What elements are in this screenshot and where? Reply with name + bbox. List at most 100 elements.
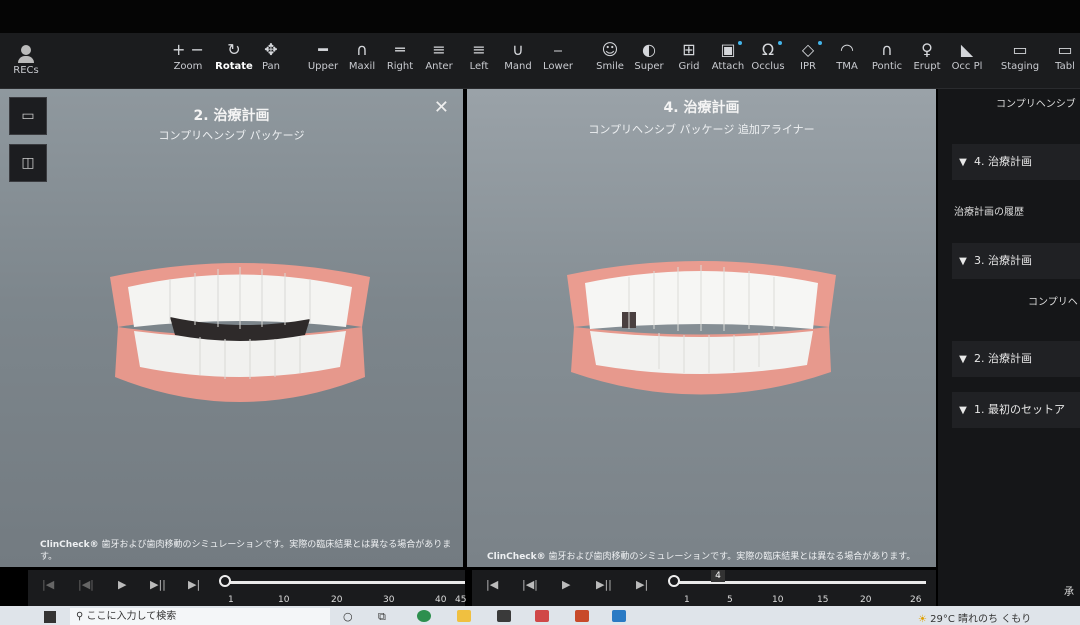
ipr-indicator-dot xyxy=(818,41,822,45)
toolbar-ipr[interactable]: ◇ IPR xyxy=(786,39,830,72)
toolbar-occ-pl[interactable]: ◣ Occ Pl xyxy=(945,39,989,72)
zoom-icon: + − xyxy=(172,40,204,59)
tick-label: 15 xyxy=(817,595,829,605)
toolbar-grid[interactable]: ⊞ Grid xyxy=(667,39,711,72)
pan-icon: ✥ xyxy=(264,40,278,59)
toolbar-attach[interactable]: ▣ Attach xyxy=(706,39,750,72)
tick-label: 26 xyxy=(910,595,922,605)
taskbar-search-input[interactable]: ⚲ ここに入力して検索 xyxy=(70,608,330,625)
play-icon[interactable]: ▶ xyxy=(118,578,126,591)
ipr-icon: ◇ xyxy=(801,40,815,59)
task-view-icon[interactable]: ⧉ xyxy=(378,610,386,624)
toolbar-staging[interactable]: ▭ Staging xyxy=(998,39,1042,72)
rp-top-text: コンプリヘンシブ xyxy=(996,99,1076,110)
attach-indicator-dot xyxy=(738,41,742,45)
step-forward-icon[interactable]: ▶|| xyxy=(596,578,612,591)
mandibular-icon: ∪ xyxy=(512,40,524,59)
occlusion-icon: Ω xyxy=(761,40,775,59)
pontic-icon: ∩ xyxy=(881,40,893,59)
panel-left-subtitle: コンプリヘンシブ パッケージ xyxy=(158,129,305,142)
go-to-start-icon[interactable]: |◀ xyxy=(486,578,498,591)
toolbar-left[interactable]: ≡ Left xyxy=(457,39,501,72)
erupt-icon: ♀ xyxy=(921,40,933,59)
edge-browser-icon[interactable] xyxy=(417,610,431,622)
toolbar-occlus[interactable]: Ω Occlus xyxy=(746,39,790,72)
toolbar-smile[interactable]: ☺ Smile xyxy=(588,39,632,72)
store-icon[interactable] xyxy=(497,610,511,622)
monitor-bezel-top xyxy=(0,0,1080,33)
stage-slider-handle-left[interactable] xyxy=(219,575,231,587)
step-back-icon[interactable]: |◀| xyxy=(522,578,538,591)
left-view-icon: ≡ xyxy=(472,40,486,59)
teeth-model-right[interactable] xyxy=(559,257,844,407)
close-icon[interactable]: ✕ xyxy=(434,97,449,118)
plan-2-item[interactable]: ▼ 2. 治療計画 xyxy=(952,341,1080,377)
upper-jaw-icon: ━ xyxy=(318,40,328,59)
stage-slider-left[interactable] xyxy=(223,581,465,584)
superimpose-icon: ◐ xyxy=(642,40,656,59)
search-glass-icon[interactable]: ○ xyxy=(343,610,353,623)
toolbar-right[interactable]: ═ Right xyxy=(378,39,422,72)
plan-4-label: 4. 治療計画 xyxy=(974,155,1032,168)
staging-icon: ▭ xyxy=(1012,40,1028,59)
lower-jaw-icon: ⎯ xyxy=(553,40,562,59)
app-orange-icon[interactable] xyxy=(575,610,589,622)
toolbar-upper[interactable]: ━ Upper xyxy=(301,39,345,72)
tick-label: 30 xyxy=(383,595,395,605)
file-explorer-icon[interactable] xyxy=(457,610,471,622)
toolbar-table[interactable]: ▭ Tabl xyxy=(1050,39,1080,72)
windows-taskbar: ⚲ ここに入力して検索 ○ ⧉ ☀ 29°C 晴れのち くもり xyxy=(0,606,1080,625)
plan-3-label: 3. 治療計画 xyxy=(974,254,1032,267)
weather-widget[interactable]: ☀ 29°C 晴れのち くもり xyxy=(918,610,1031,625)
app-red-icon[interactable] xyxy=(535,610,549,622)
attachment-icon: ▣ xyxy=(720,40,736,59)
step-back-icon[interactable]: |◀| xyxy=(78,578,94,591)
tick-label: 10 xyxy=(772,595,784,605)
occlus-indicator-dot xyxy=(778,41,782,45)
tick-label: 20 xyxy=(860,595,872,605)
recs-button[interactable]: RECs xyxy=(6,41,46,76)
history-label: 治療計画の履歴 xyxy=(954,207,1024,218)
go-to-end-icon[interactable]: ▶| xyxy=(188,578,200,591)
teeth-model-left[interactable] xyxy=(100,257,380,417)
single-view-button[interactable]: ▭ xyxy=(9,97,47,135)
toolbar-pan[interactable]: ✥ Pan xyxy=(249,39,293,72)
viewer-panel-right[interactable]: 4. 治療計画 コンプリヘンシブ パッケージ 追加アライナー ClinCheck… xyxy=(467,89,936,567)
toolbar-lower[interactable]: ⎯ Lower xyxy=(536,39,580,72)
go-to-end-icon[interactable]: ▶| xyxy=(636,578,648,591)
play-icon[interactable]: ▶ xyxy=(562,578,570,591)
rp-bottom-text: 承 xyxy=(1064,587,1074,598)
toolbar-mand[interactable]: ∪ Mand xyxy=(496,39,540,72)
tick-label: 1 xyxy=(684,595,690,605)
panel-right-subtitle: コンプリヘンシブ パッケージ 追加アライナー xyxy=(588,123,815,136)
chevron-down-icon: ▼ xyxy=(959,256,967,267)
stage-slider-handle-right[interactable] xyxy=(668,575,680,587)
mail-icon[interactable] xyxy=(612,610,626,622)
occlusal-plane-icon: ◣ xyxy=(960,40,974,59)
grid-icon: ⊞ xyxy=(682,40,696,59)
toolbar-anter[interactable]: ≡ Anter xyxy=(417,39,461,72)
tma-icon: ◠ xyxy=(840,40,854,59)
tick-label: 20 xyxy=(331,595,343,605)
plan-3-item[interactable]: ▼ 3. 治療計画 xyxy=(952,243,1080,279)
split-view-icon: ◫ xyxy=(21,155,35,171)
anterior-view-icon: ≡ xyxy=(432,40,446,59)
viewer-panel-left[interactable]: 2. 治療計画 コンプリヘンシブ パッケージ ✕ ClinCheck® 歯牙およ… xyxy=(0,89,463,567)
windows-start-icon[interactable] xyxy=(44,611,56,623)
step-forward-icon[interactable]: ▶|| xyxy=(150,578,166,591)
go-to-start-icon[interactable]: |◀ xyxy=(42,578,54,591)
person-icon xyxy=(21,45,31,55)
toolbar-pontic[interactable]: ∩ Pontic xyxy=(865,39,909,72)
plan-4-item[interactable]: ▼ 4. 治療計画 xyxy=(952,144,1080,180)
disclaimer-right-brand: ClinCheck® xyxy=(487,552,546,562)
plan-1-item[interactable]: ▼ 1. 最初のセットア xyxy=(952,392,1080,428)
toolbar-tma[interactable]: ◠ TMA xyxy=(825,39,869,72)
tick-label: 5 xyxy=(727,595,733,605)
person-body-icon xyxy=(18,56,34,63)
toolbar-erupt[interactable]: ♀ Erupt xyxy=(905,39,949,72)
toolbar-zoom[interactable]: + − Zoom xyxy=(163,39,213,72)
right-view-icon: ═ xyxy=(395,40,405,59)
disclaimer-left-text: 歯牙および歯肉移動のシミュレーションです。実際の臨床結果とは異なる場合があります… xyxy=(40,540,452,562)
toolbar-super[interactable]: ◐ Super xyxy=(627,39,671,72)
split-view-button[interactable]: ◫ xyxy=(9,144,47,182)
